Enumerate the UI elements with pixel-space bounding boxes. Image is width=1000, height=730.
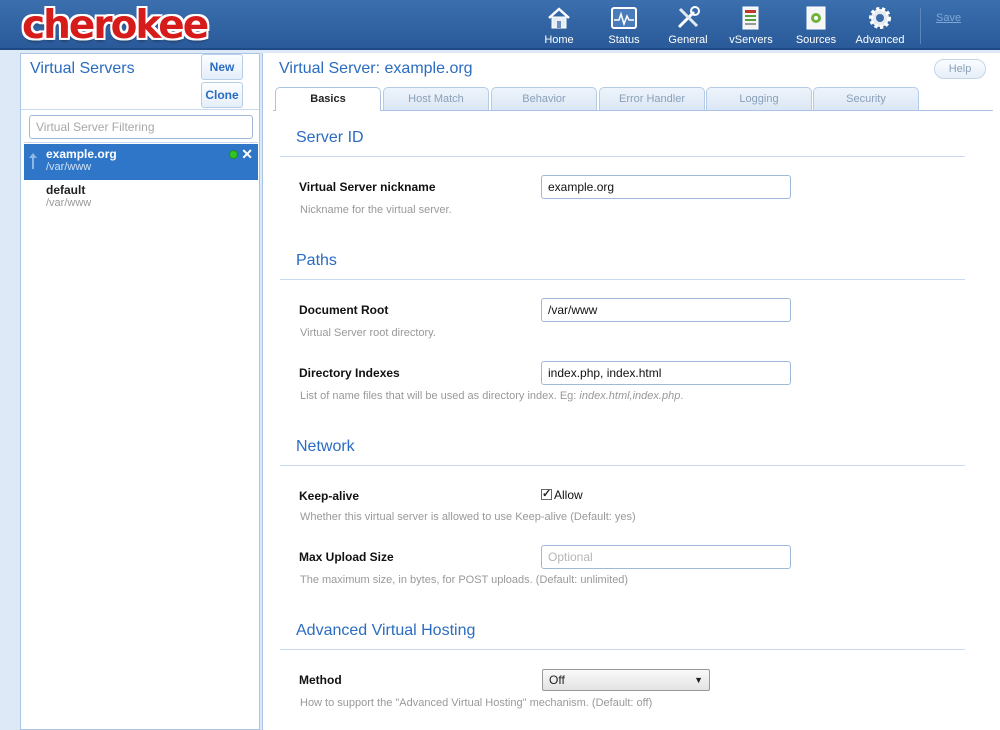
nav-status[interactable]: Status bbox=[604, 4, 644, 48]
vserver-list-item[interactable]: example.org /var/www ✕ bbox=[24, 144, 258, 180]
vserver-list: example.org /var/www ✕ default /var/www bbox=[24, 144, 258, 216]
nickname-help: Nickname for the virtual server. bbox=[300, 204, 452, 216]
nav-general[interactable]: General bbox=[666, 4, 710, 48]
active-status-icon bbox=[229, 150, 238, 159]
max-upload-input[interactable] bbox=[541, 545, 791, 569]
max-upload-help: The maximum size, in bytes, for POST upl… bbox=[300, 574, 629, 586]
nav-divider bbox=[920, 8, 921, 44]
home-icon bbox=[548, 7, 570, 29]
directory-indexes-label: Directory Indexes bbox=[299, 366, 400, 380]
method-select[interactable]: Off ▼ bbox=[542, 669, 710, 691]
sources-icon bbox=[806, 6, 826, 30]
tab-bar: Basics Host Match Behavior Error Handler… bbox=[273, 87, 993, 111]
vserver-filter-input[interactable] bbox=[29, 115, 253, 139]
delete-icon[interactable]: ✕ bbox=[241, 146, 253, 163]
vserver-list-item[interactable]: default /var/www bbox=[24, 180, 258, 216]
vservers-icon bbox=[742, 6, 759, 30]
directory-indexes-help-text: List of name files that will be used as … bbox=[300, 390, 580, 402]
section-title-advanced-hosting: Advanced Virtual Hosting bbox=[296, 622, 476, 639]
keepalive-help: Whether this virtual server is allowed t… bbox=[300, 511, 636, 523]
section-divider bbox=[280, 649, 965, 650]
nav-advanced[interactable]: Advanced bbox=[852, 4, 908, 48]
section-divider bbox=[280, 465, 965, 466]
method-label: Method bbox=[299, 673, 342, 687]
tools-icon bbox=[677, 6, 700, 29]
tab-behavior[interactable]: Behavior bbox=[491, 87, 597, 110]
sidebar-header: Virtual Servers New Clone bbox=[21, 54, 259, 110]
main-panel: Virtual Server: example.org Help Basics … bbox=[262, 53, 1000, 730]
tab-host-match[interactable]: Host Match bbox=[383, 87, 489, 110]
status-icon bbox=[611, 7, 637, 29]
nav-general-label: General bbox=[668, 34, 708, 46]
document-root-help: Virtual Server root directory. bbox=[300, 327, 436, 339]
max-upload-label: Max Upload Size bbox=[299, 550, 394, 564]
filter-bar bbox=[24, 111, 258, 143]
document-root-label: Document Root bbox=[299, 303, 389, 317]
nav-sources-label: Sources bbox=[795, 34, 837, 46]
dropdown-arrow-icon: ▼ bbox=[694, 675, 703, 685]
section-title-server-id: Server ID bbox=[296, 129, 364, 146]
nav-vservers[interactable]: vServers bbox=[727, 4, 775, 48]
section-title-paths: Paths bbox=[296, 252, 337, 269]
vserver-name: example.org bbox=[46, 147, 117, 161]
sidebar: Virtual Servers New Clone example.org /v… bbox=[20, 53, 260, 730]
save-link[interactable]: Save bbox=[936, 12, 961, 24]
directory-indexes-help-example: index.html,index.php bbox=[579, 390, 681, 402]
section-divider bbox=[280, 279, 965, 280]
new-button[interactable]: New bbox=[201, 54, 243, 80]
drag-handle-icon[interactable] bbox=[28, 152, 38, 170]
keepalive-checkbox[interactable]: Allow bbox=[541, 487, 583, 502]
nickname-input[interactable] bbox=[541, 175, 791, 199]
tab-basics[interactable]: Basics bbox=[275, 87, 381, 111]
nickname-label: Virtual Server nickname bbox=[299, 180, 436, 194]
vserver-path: /var/www bbox=[46, 197, 92, 209]
sidebar-title: Virtual Servers bbox=[30, 60, 135, 77]
section-divider bbox=[280, 156, 965, 157]
help-button[interactable]: Help bbox=[934, 59, 986, 79]
tab-logging[interactable]: Logging bbox=[706, 87, 812, 110]
directory-indexes-input[interactable] bbox=[541, 361, 791, 385]
basics-content: Server ID Virtual Server nickname Nickna… bbox=[263, 111, 1000, 730]
method-help: How to support the "Advanced Virtual Hos… bbox=[300, 697, 653, 709]
nav-home-label: Home bbox=[544, 34, 574, 46]
tab-security[interactable]: Security bbox=[813, 87, 919, 110]
tab-error-handler[interactable]: Error Handler bbox=[599, 87, 705, 110]
document-root-input[interactable] bbox=[541, 298, 791, 322]
vserver-path: /var/www bbox=[46, 161, 92, 173]
keepalive-checkbox-label: Allow bbox=[554, 488, 583, 502]
section-title-network: Network bbox=[296, 438, 355, 455]
cherokee-logo[interactable]: cherokee bbox=[22, 3, 209, 48]
checkbox-checked-icon[interactable] bbox=[541, 487, 552, 500]
keepalive-label: Keep-alive bbox=[299, 489, 360, 503]
nav-status-label: Status bbox=[608, 34, 640, 46]
nav-advanced-label: Advanced bbox=[855, 34, 905, 46]
clone-button[interactable]: Clone bbox=[201, 82, 243, 108]
vserver-name: default bbox=[46, 183, 86, 197]
nav-home[interactable]: Home bbox=[541, 4, 577, 48]
page-title: Virtual Server: example.org bbox=[279, 60, 473, 77]
top-header: cherokee Home Status General vServers So… bbox=[0, 0, 1000, 50]
nav-vservers-label: vServers bbox=[729, 34, 773, 46]
nav-sources[interactable]: Sources bbox=[794, 4, 838, 48]
directory-indexes-help: List of name files that will be used as … bbox=[300, 390, 683, 402]
directory-indexes-help-suffix: . bbox=[680, 390, 684, 402]
method-select-value: Off bbox=[549, 673, 565, 687]
gear-icon bbox=[869, 7, 891, 29]
